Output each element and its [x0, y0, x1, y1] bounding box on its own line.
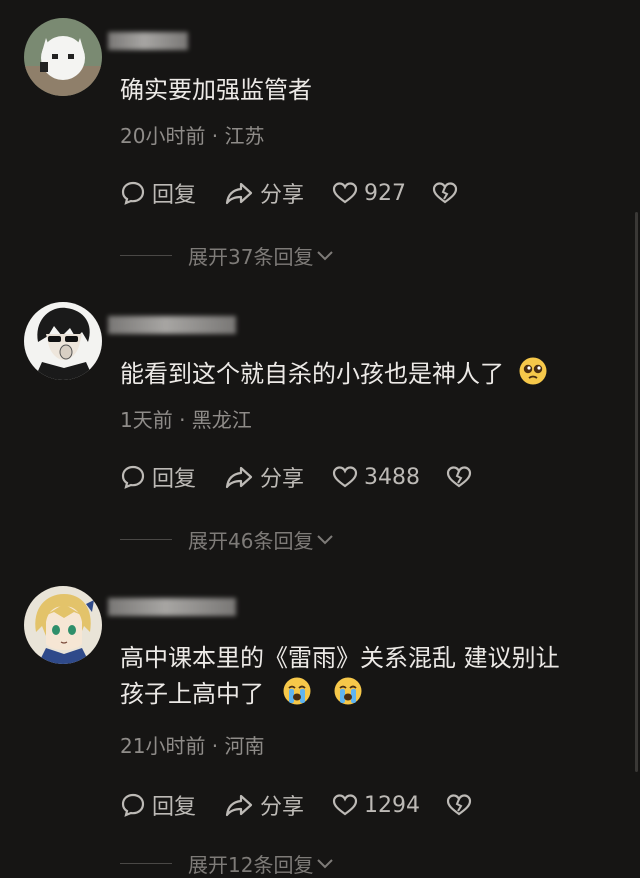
like-count: 927: [364, 180, 406, 206]
divider-line: [120, 538, 172, 540]
comment-text: 确实要加强监管者: [120, 72, 312, 108]
like-count: 1294: [364, 792, 420, 818]
expand-replies[interactable]: 展开12条回复: [120, 848, 335, 878]
heart-icon: [332, 466, 358, 488]
chevron-down-icon: [317, 251, 334, 261]
like-button[interactable]: 1294: [332, 790, 420, 820]
comment-meta: 1天前 · 黑龙江: [120, 408, 252, 432]
comment-text-line: 确实要加强监管者: [120, 76, 312, 104]
reply-label: 回复: [152, 467, 197, 492]
expand-replies-label: 展开37条回复: [188, 244, 314, 269]
scrollbar[interactable]: [635, 212, 638, 772]
comment-text: 能看到这个就自杀的小孩也是神人了: [120, 356, 548, 392]
like-count: 3488: [364, 464, 420, 490]
comment-text-line: 高中课本里的《雷雨》关系混乱 建议别让: [120, 644, 560, 672]
comment-actions: 回复 分享 1294: [120, 790, 580, 820]
share-label: 分享: [260, 795, 305, 820]
heart-icon: [332, 182, 358, 204]
broken-heart-icon: [432, 182, 458, 204]
username-blurred[interactable]: [108, 598, 236, 616]
comment-actions: 回复 分享 927: [120, 178, 580, 208]
chevron-down-icon: [317, 859, 334, 869]
loudly-crying-face-icon: [283, 677, 311, 705]
avatar[interactable]: [24, 302, 102, 380]
pleading-face-icon: [519, 357, 547, 385]
reply-label: 回复: [152, 795, 197, 820]
share-arrow-icon: [225, 794, 253, 817]
share-label: 分享: [260, 183, 305, 208]
like-button[interactable]: 927: [332, 178, 406, 208]
reply-bubble-icon: [121, 181, 145, 205]
username-blurred[interactable]: [108, 32, 188, 50]
divider-line: [120, 254, 172, 256]
share-button[interactable]: 分享: [224, 790, 304, 820]
broken-heart-icon: [446, 794, 472, 816]
reply-bubble-icon: [121, 793, 145, 817]
avatar[interactable]: [24, 18, 102, 96]
username-blurred[interactable]: [108, 316, 236, 334]
dislike-button[interactable]: [446, 462, 478, 492]
share-button[interactable]: 分享: [224, 178, 304, 208]
reply-button[interactable]: 回复: [120, 178, 196, 208]
reply-label: 回复: [152, 183, 197, 208]
heart-icon: [332, 794, 358, 816]
comment-meta: 21小时前 · 河南: [120, 734, 265, 758]
share-arrow-icon: [225, 182, 253, 205]
reply-button[interactable]: 回复: [120, 462, 196, 492]
share-button[interactable]: 分享: [224, 462, 304, 492]
share-arrow-icon: [225, 466, 253, 489]
dislike-button[interactable]: [432, 178, 464, 208]
broken-heart-icon: [446, 466, 472, 488]
loudly-crying-face-icon: [334, 677, 362, 705]
like-button[interactable]: 3488: [332, 462, 420, 492]
avatar[interactable]: [24, 586, 102, 664]
expand-replies-label: 展开46条回复: [188, 528, 314, 553]
chevron-down-icon: [317, 535, 334, 545]
expand-replies[interactable]: 展开46条回复: [120, 524, 335, 554]
comment-meta: 20小时前 · 江苏: [120, 124, 265, 148]
comment-actions: 回复 分享 3488: [120, 462, 580, 492]
comment-text-line-2: 孩子上高中了: [120, 676, 560, 712]
reply-button[interactable]: 回复: [120, 790, 196, 820]
dislike-button[interactable]: [446, 790, 478, 820]
expand-replies-label: 展开12条回复: [188, 852, 314, 877]
comment-text-line: 能看到这个就自杀的小孩也是神人了: [120, 360, 504, 388]
share-label: 分享: [260, 467, 305, 492]
comment-text: 高中课本里的《雷雨》关系混乱 建议别让 孩子上高中了: [120, 640, 560, 712]
expand-replies[interactable]: 展开37条回复: [120, 240, 335, 270]
reply-bubble-icon: [121, 465, 145, 489]
comment-text-line: 孩子上高中了: [120, 680, 264, 708]
